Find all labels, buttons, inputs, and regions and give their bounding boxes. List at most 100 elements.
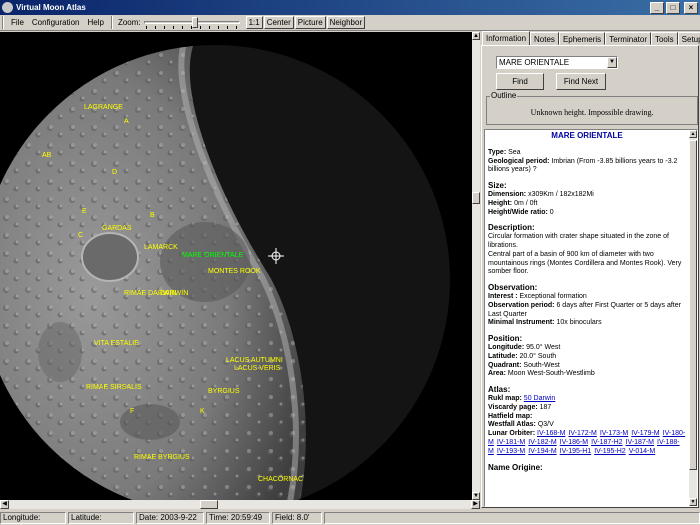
orbiter-link[interactable]: IV-195-H2 bbox=[594, 448, 626, 455]
menu-configuration[interactable]: Configuration bbox=[28, 18, 84, 27]
moon-map-canvas bbox=[0, 45, 450, 500]
map-label-b[interactable]: B bbox=[150, 212, 155, 219]
center-button[interactable]: Center bbox=[263, 16, 294, 29]
map-label-gardas[interactable]: GARDAS bbox=[102, 225, 132, 232]
map-label-montes-rook[interactable]: MONTES ROOK bbox=[208, 268, 261, 275]
scroll-right-arrow-icon[interactable]: ▶ bbox=[471, 500, 480, 509]
orbiter-link[interactable]: IV-168-M bbox=[537, 430, 565, 437]
min-instrument-value: 10x binoculars bbox=[556, 319, 602, 327]
neighbor-button[interactable]: Neighbor bbox=[326, 16, 366, 29]
grip-divider bbox=[2, 16, 4, 29]
rukl-link[interactable]: 50 Darwin bbox=[524, 395, 556, 402]
minimize-button[interactable]: _ bbox=[650, 1, 664, 14]
orbiter-link[interactable]: IV-186-M bbox=[560, 439, 588, 446]
orbiter-link[interactable]: IV-195-H1 bbox=[560, 448, 592, 455]
height-value: 0m / 0ft bbox=[514, 199, 538, 207]
orbiter-link[interactable]: IV-182-M bbox=[528, 439, 556, 446]
tab-tools[interactable]: Tools bbox=[650, 32, 678, 45]
formation-select[interactable]: MARE ORIENTALE ▼ bbox=[496, 56, 618, 69]
map-label-c[interactable]: C bbox=[78, 232, 83, 239]
one-to-one-button[interactable]: 1:1 bbox=[245, 16, 263, 29]
map-label-chacornac[interactable]: CHACORNAC bbox=[258, 476, 303, 483]
map-label-lacus-autumni[interactable]: LACUS AUTUMNI bbox=[226, 357, 283, 364]
chevron-down-icon[interactable]: ▼ bbox=[607, 57, 617, 68]
map-label-byrgius[interactable]: BYRGIUS bbox=[208, 388, 240, 395]
tab-terminator[interactable]: Terminator bbox=[605, 32, 651, 45]
map-label-mare-orientale[interactable]: MARE ORIENTALE bbox=[182, 252, 243, 259]
status-date: Date: 2003-9-22 bbox=[136, 512, 204, 524]
map-vertical-scrollbar[interactable]: ▲ ▼ bbox=[472, 32, 480, 500]
tab-information[interactable]: Information bbox=[482, 31, 531, 46]
info-scrollbar[interactable]: ▲ ▼ bbox=[689, 130, 697, 506]
map-horizontal-scrollbar[interactable]: ◀ ▶ bbox=[0, 500, 480, 509]
geo-period-label: Geological period: bbox=[488, 157, 550, 165]
zoom-label: Zoom: bbox=[117, 18, 141, 27]
status-bar: Longitude: Latitude: Date: 2003-9-22 Tim… bbox=[0, 512, 700, 525]
orbiter-link[interactable]: IV-194-M bbox=[528, 448, 556, 455]
tab-ephemeris[interactable]: Ephemeris bbox=[558, 32, 606, 45]
map-label-a[interactable]: A bbox=[124, 118, 129, 125]
observation-heading: Observation: bbox=[488, 283, 538, 293]
map-label-k[interactable]: K bbox=[200, 408, 205, 415]
moon-map-view[interactable]: LAGRANGE A AB E D B C GARDAS LAMARCK MAR… bbox=[0, 32, 472, 500]
map-label-e[interactable]: E bbox=[82, 208, 87, 215]
maximize-button[interactable]: □ bbox=[666, 1, 680, 14]
map-label-vita-estalie[interactable]: VITA ESTALIE bbox=[94, 340, 139, 347]
description-heading: Description: bbox=[488, 223, 535, 233]
status-empty bbox=[324, 512, 700, 524]
map-label-darwin[interactable]: DARWIN bbox=[160, 290, 188, 297]
hatfield-label: Hatfield map: bbox=[488, 412, 533, 420]
longitude-value: 95.0° West bbox=[526, 343, 561, 351]
close-button[interactable]: × bbox=[684, 1, 698, 14]
orbiter-row: Lunar Orbiter: IV-168-M IV-172-M IV-173-M I… bbox=[488, 430, 686, 456]
zoom-slider-thumb[interactable] bbox=[191, 17, 198, 28]
formation-info-view[interactable]: MARE ORIENTALE Type: Sea Geological peri… bbox=[484, 129, 698, 507]
menu-help[interactable]: Help bbox=[83, 18, 107, 27]
position-heading: Position: bbox=[488, 334, 523, 344]
orbiter-link[interactable]: IV-187-H2 bbox=[591, 439, 623, 446]
map-vertical-scroll-thumb[interactable] bbox=[472, 192, 480, 204]
map-label-lamarck[interactable]: LAMARCK bbox=[144, 244, 178, 251]
outline-group: Outline Unknown height. Impossible drawi… bbox=[486, 91, 698, 125]
map-label-ab[interactable]: AB bbox=[42, 152, 51, 159]
side-panel: Information Notes Ephemeris Terminator T… bbox=[480, 31, 700, 510]
zoom-slider[interactable] bbox=[143, 16, 240, 29]
type-label: Type: bbox=[488, 148, 507, 156]
map-label-rimae-byrgius[interactable]: RIMAE BYRGIUS bbox=[134, 454, 190, 461]
moon-app-icon bbox=[2, 2, 13, 13]
ratio-label: Height/Wide ratio: bbox=[488, 208, 548, 216]
info-scroll-up-icon[interactable]: ▲ bbox=[689, 130, 697, 138]
scroll-left-arrow-icon[interactable]: ◀ bbox=[0, 500, 9, 509]
map-label-lagrange[interactable]: LAGRANGE bbox=[84, 104, 123, 111]
map-label-d[interactable]: D bbox=[112, 169, 117, 176]
orbiter-link[interactable]: IV-173-M bbox=[600, 430, 628, 437]
find-button[interactable]: Find bbox=[496, 73, 544, 90]
orbiter-link[interactable]: IV-193-M bbox=[497, 448, 525, 455]
information-tab-body: MARE ORIENTALE ▼ Find Find Next Outline … bbox=[481, 45, 699, 508]
orbiter-link[interactable]: V-014-M bbox=[629, 448, 655, 455]
panel-tabs: Information Notes Ephemeris Terminator T… bbox=[482, 31, 700, 46]
min-instrument-label: Minimal Instrument: bbox=[488, 319, 555, 327]
obs-period-label: Observation period: bbox=[488, 301, 555, 309]
dimension-value: x309Km / 182x182Mi bbox=[528, 190, 594, 198]
scroll-up-arrow-icon[interactable]: ▲ bbox=[472, 32, 480, 40]
picture-button[interactable]: Picture bbox=[294, 16, 326, 29]
orbiter-link[interactable]: IV-187-M bbox=[626, 439, 654, 446]
orbiter-link[interactable]: IV-181-M bbox=[497, 439, 525, 446]
map-horizontal-scroll-thumb[interactable] bbox=[200, 500, 218, 509]
description-text-1: Circular formation with crater shape sit… bbox=[488, 233, 669, 249]
map-label-lacus-veris[interactable]: LACUS VERIS bbox=[234, 365, 280, 372]
tab-notes[interactable]: Notes bbox=[530, 32, 559, 45]
info-scroll-down-icon[interactable]: ▼ bbox=[689, 498, 697, 506]
orbiter-link[interactable]: IV-172-M bbox=[568, 430, 596, 437]
tab-setup[interactable]: Setup bbox=[677, 32, 700, 45]
orbiter-label: Lunar Orbiter: bbox=[488, 430, 536, 438]
orbiter-link[interactable]: IV-179-M bbox=[631, 430, 659, 437]
info-scroll-thumb[interactable] bbox=[689, 140, 697, 470]
formation-select-value: MARE ORIENTALE bbox=[499, 58, 570, 67]
find-next-button[interactable]: Find Next bbox=[556, 73, 606, 90]
map-label-f[interactable]: F bbox=[130, 408, 134, 415]
map-label-rimae-sirsalis[interactable]: RIMAE SIRSALIS bbox=[86, 384, 142, 391]
scroll-down-arrow-icon[interactable]: ▼ bbox=[472, 492, 480, 500]
menu-file[interactable]: File bbox=[7, 18, 28, 27]
